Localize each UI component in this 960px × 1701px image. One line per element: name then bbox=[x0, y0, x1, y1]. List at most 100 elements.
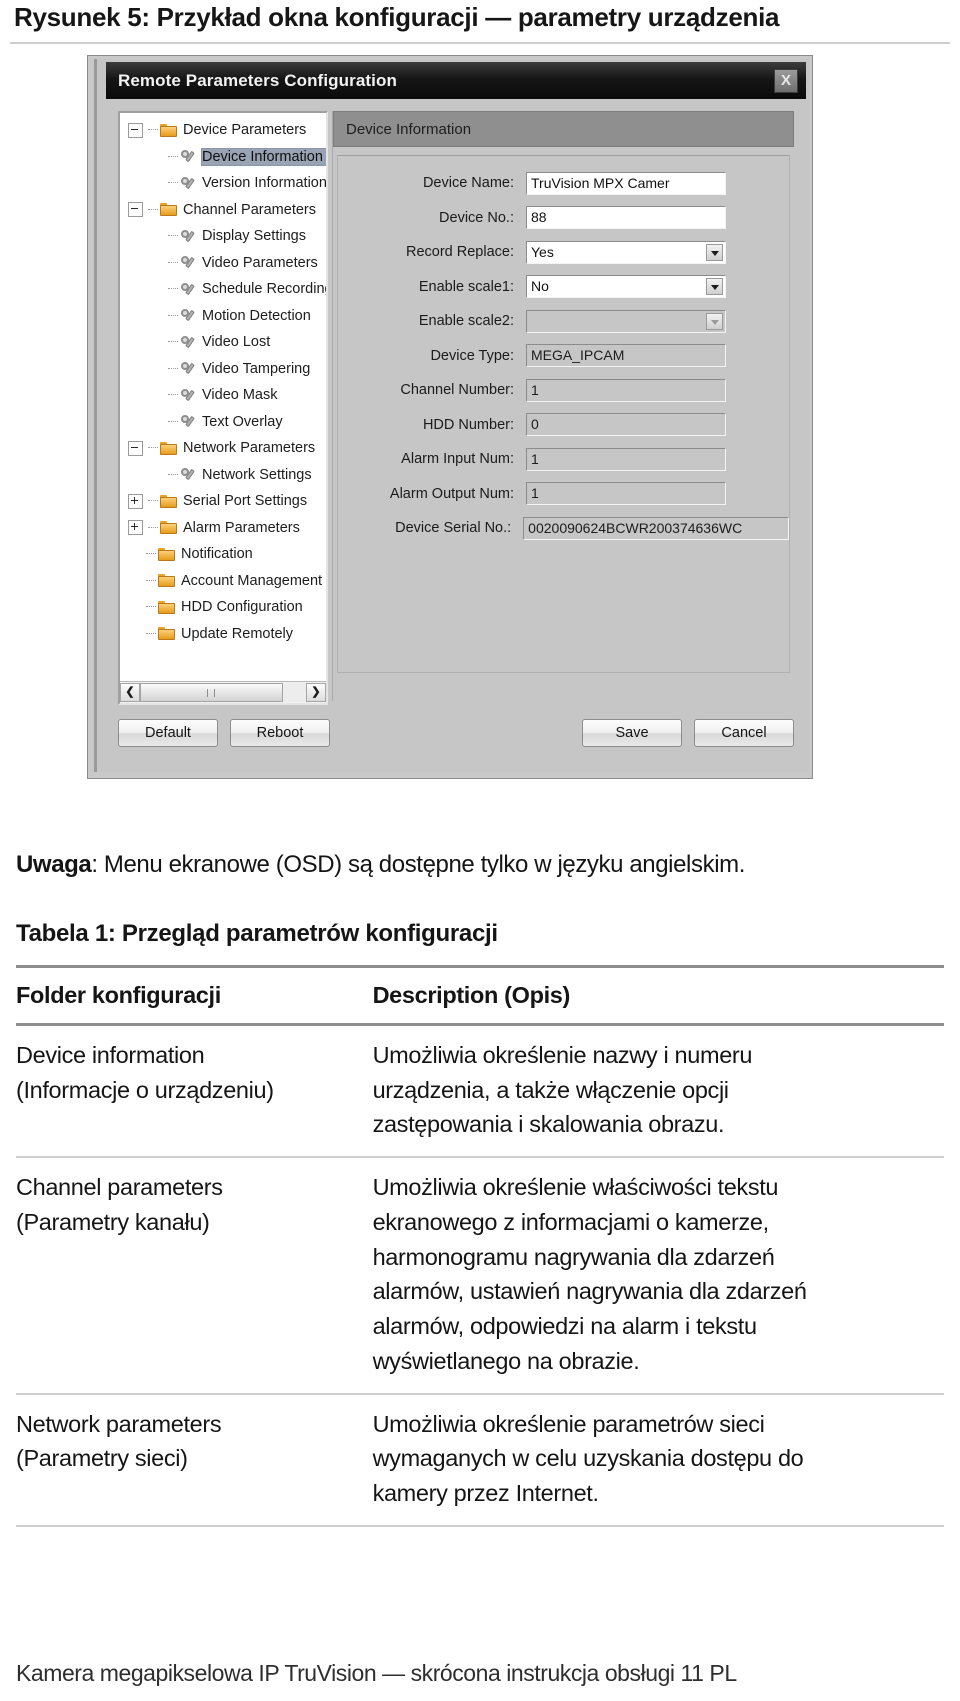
tree-item-channel-parameters[interactable]: Channel Parameters bbox=[120, 197, 326, 224]
chevron-down-icon bbox=[706, 312, 723, 330]
field-label: Alarm Input Num: bbox=[401, 451, 514, 468]
form-row: Alarm Input Num: 1 bbox=[338, 442, 789, 477]
enable-scale1-select[interactable]: No bbox=[526, 275, 726, 299]
reboot-button[interactable]: Reboot bbox=[230, 719, 330, 747]
field-value: 0020090624BCWR200374636WC bbox=[528, 519, 743, 536]
hdd-number-input[interactable]: 0 bbox=[526, 413, 726, 437]
form-row: Alarm Output Num: 1 bbox=[338, 477, 789, 512]
close-icon[interactable]: X bbox=[774, 69, 798, 93]
field-value: No bbox=[531, 278, 549, 295]
cell-line: alarmów, ustawień nagrywania dla zdarzeń bbox=[372, 1278, 807, 1305]
chevron-down-icon[interactable] bbox=[706, 243, 723, 261]
cell-line: (Parametry sieci) bbox=[16, 1445, 188, 1472]
channel-number-input[interactable]: 1 bbox=[526, 378, 726, 402]
field-label: Device Type: bbox=[430, 347, 514, 364]
tree-item-network-settings[interactable]: Network Settings bbox=[120, 462, 326, 489]
cancel-button[interactable]: Cancel bbox=[694, 719, 794, 747]
tree-connector bbox=[146, 632, 156, 635]
device-name-input[interactable]: TruVision MPX Camer bbox=[526, 171, 726, 195]
configuration-overview-table: Folder konfiguracji Description (Opis) D… bbox=[16, 965, 944, 1527]
column-header-folder: Folder konfiguracji bbox=[16, 965, 373, 1026]
scroll-track[interactable] bbox=[140, 683, 306, 702]
scroll-thumb[interactable] bbox=[140, 683, 283, 702]
folder-icon bbox=[160, 203, 177, 217]
wrench-icon bbox=[180, 467, 196, 482]
alarm-output-num-input[interactable]: 1 bbox=[526, 482, 726, 506]
tree-connector bbox=[148, 129, 158, 131]
parameters-tree[interactable]: Device Parameters Device Information Versi… bbox=[120, 117, 326, 648]
device-type-input[interactable]: MEGA_IPCAM bbox=[526, 344, 726, 368]
tree-item-hdd-configuration[interactable]: HDD Configuration bbox=[120, 594, 326, 621]
tree-item-label: Alarm Parameters bbox=[183, 519, 300, 536]
cell-folder: Channel parameters (Parametry kanału) bbox=[16, 1157, 373, 1394]
tree-item-serial-port-settings[interactable]: Serial Port Settings bbox=[120, 488, 326, 515]
column-header-description: Description (Opis) bbox=[372, 965, 944, 1026]
expand-icon[interactable] bbox=[128, 493, 143, 509]
field-label: Enable scale1: bbox=[418, 278, 514, 295]
tree-item-label: Video Lost bbox=[202, 334, 271, 351]
chevron-down-icon[interactable] bbox=[706, 278, 723, 296]
tree-item-label: Motion Detection bbox=[202, 307, 311, 324]
collapse-icon[interactable] bbox=[128, 202, 143, 218]
form-row: HDD Number: 0 bbox=[338, 408, 789, 443]
tree-item-video-lost[interactable]: Video Lost bbox=[120, 329, 326, 356]
cell-line: zastępowania i skalowania obrazu. bbox=[372, 1111, 725, 1138]
tree-connector bbox=[168, 420, 178, 423]
wrench-icon bbox=[180, 388, 196, 403]
default-button[interactable]: Default bbox=[118, 719, 218, 747]
cell-line: Network parameters bbox=[16, 1410, 222, 1437]
collapse-icon[interactable] bbox=[128, 440, 143, 456]
field-label: HDD Number: bbox=[422, 416, 514, 433]
tree-item-display-settings[interactable]: Display Settings bbox=[120, 223, 326, 250]
field-value: 1 bbox=[531, 485, 539, 502]
table-row: Channel parameters (Parametry kanału) Umoż… bbox=[16, 1157, 944, 1394]
form-row: Record Replace: Yes bbox=[338, 235, 789, 270]
device-no-input[interactable]: 88 bbox=[526, 206, 726, 230]
tree-item-device-information[interactable]: Device Information bbox=[120, 144, 326, 171]
wrench-icon bbox=[180, 335, 196, 350]
tree-connector bbox=[168, 341, 178, 343]
tree-item-video-parameters[interactable]: Video Parameters bbox=[120, 250, 326, 277]
tree-item-text-overlay[interactable]: Text Overlay bbox=[120, 409, 326, 436]
remote-parameters-dialog: Remote Parameters Configuration X Device… bbox=[88, 56, 812, 778]
wrench-icon bbox=[180, 229, 196, 244]
table-row: Device information (Informacje o urządzen… bbox=[16, 1024, 944, 1158]
dialog-inner-frame: Remote Parameters Configuration X Device… bbox=[94, 59, 809, 772]
tree-item-update-remotely[interactable]: Update Remotely bbox=[120, 621, 326, 648]
tree-item-label: Video Parameters bbox=[202, 254, 318, 271]
tree-item-label: Network Settings bbox=[202, 466, 312, 483]
table-row: Network parameters (Parametry sieci) Umożl… bbox=[16, 1394, 944, 1526]
tree-item-label: Device Information bbox=[202, 148, 326, 165]
folder-icon bbox=[160, 521, 177, 535]
tree-item-schedule-recording[interactable]: Schedule Recording bbox=[120, 276, 326, 303]
tree-item-alarm-parameters[interactable]: Alarm Parameters bbox=[120, 515, 326, 542]
tree-item-account-management[interactable]: Account Management bbox=[120, 568, 326, 595]
cell-line: alarmów, odpowiedzi na alarm i tekstu bbox=[372, 1313, 757, 1340]
tree-item-motion-detection[interactable]: Motion Detection bbox=[120, 303, 326, 330]
collapse-icon[interactable] bbox=[128, 122, 143, 138]
scroll-right-icon[interactable]: ❯ bbox=[306, 683, 326, 702]
tree-item-notification[interactable]: Notification bbox=[120, 541, 326, 568]
panel-header-title: Device Information bbox=[346, 120, 472, 138]
expand-icon[interactable] bbox=[128, 520, 143, 536]
cell-line: harmonogramu nagrywania dla zdarzeń bbox=[372, 1243, 775, 1270]
record-replace-select[interactable]: Yes bbox=[526, 240, 726, 264]
tree-horizontal-scrollbar[interactable]: ❮ ❯ bbox=[120, 681, 326, 703]
tree-item-device-parameters[interactable]: Device Parameters bbox=[120, 117, 326, 144]
cell-line: wymaganych w celu uzyskania dostępu do bbox=[372, 1445, 804, 1472]
enable-scale2-select bbox=[526, 309, 726, 333]
tree-item-label: Update Remotely bbox=[181, 625, 294, 642]
tree-item-label: Account Management bbox=[181, 572, 323, 589]
tree-item-video-mask[interactable]: Video Mask bbox=[120, 382, 326, 409]
device-serial-no-input[interactable]: 0020090624BCWR200374636WC bbox=[523, 516, 789, 540]
scroll-left-icon[interactable]: ❮ bbox=[120, 683, 140, 702]
alarm-input-num-input[interactable]: 1 bbox=[526, 447, 726, 471]
form-row: Device No.: 88 bbox=[338, 201, 789, 236]
folder-icon bbox=[158, 574, 175, 588]
tree-item-version-information[interactable]: Version Information bbox=[120, 170, 326, 197]
cell-line: Device information bbox=[16, 1041, 205, 1068]
tree-item-video-tampering[interactable]: Video Tampering bbox=[120, 356, 326, 383]
tree-item-network-parameters[interactable]: Network Parameters bbox=[120, 435, 326, 462]
save-button[interactable]: Save bbox=[582, 719, 682, 747]
tree-connector bbox=[168, 314, 178, 317]
